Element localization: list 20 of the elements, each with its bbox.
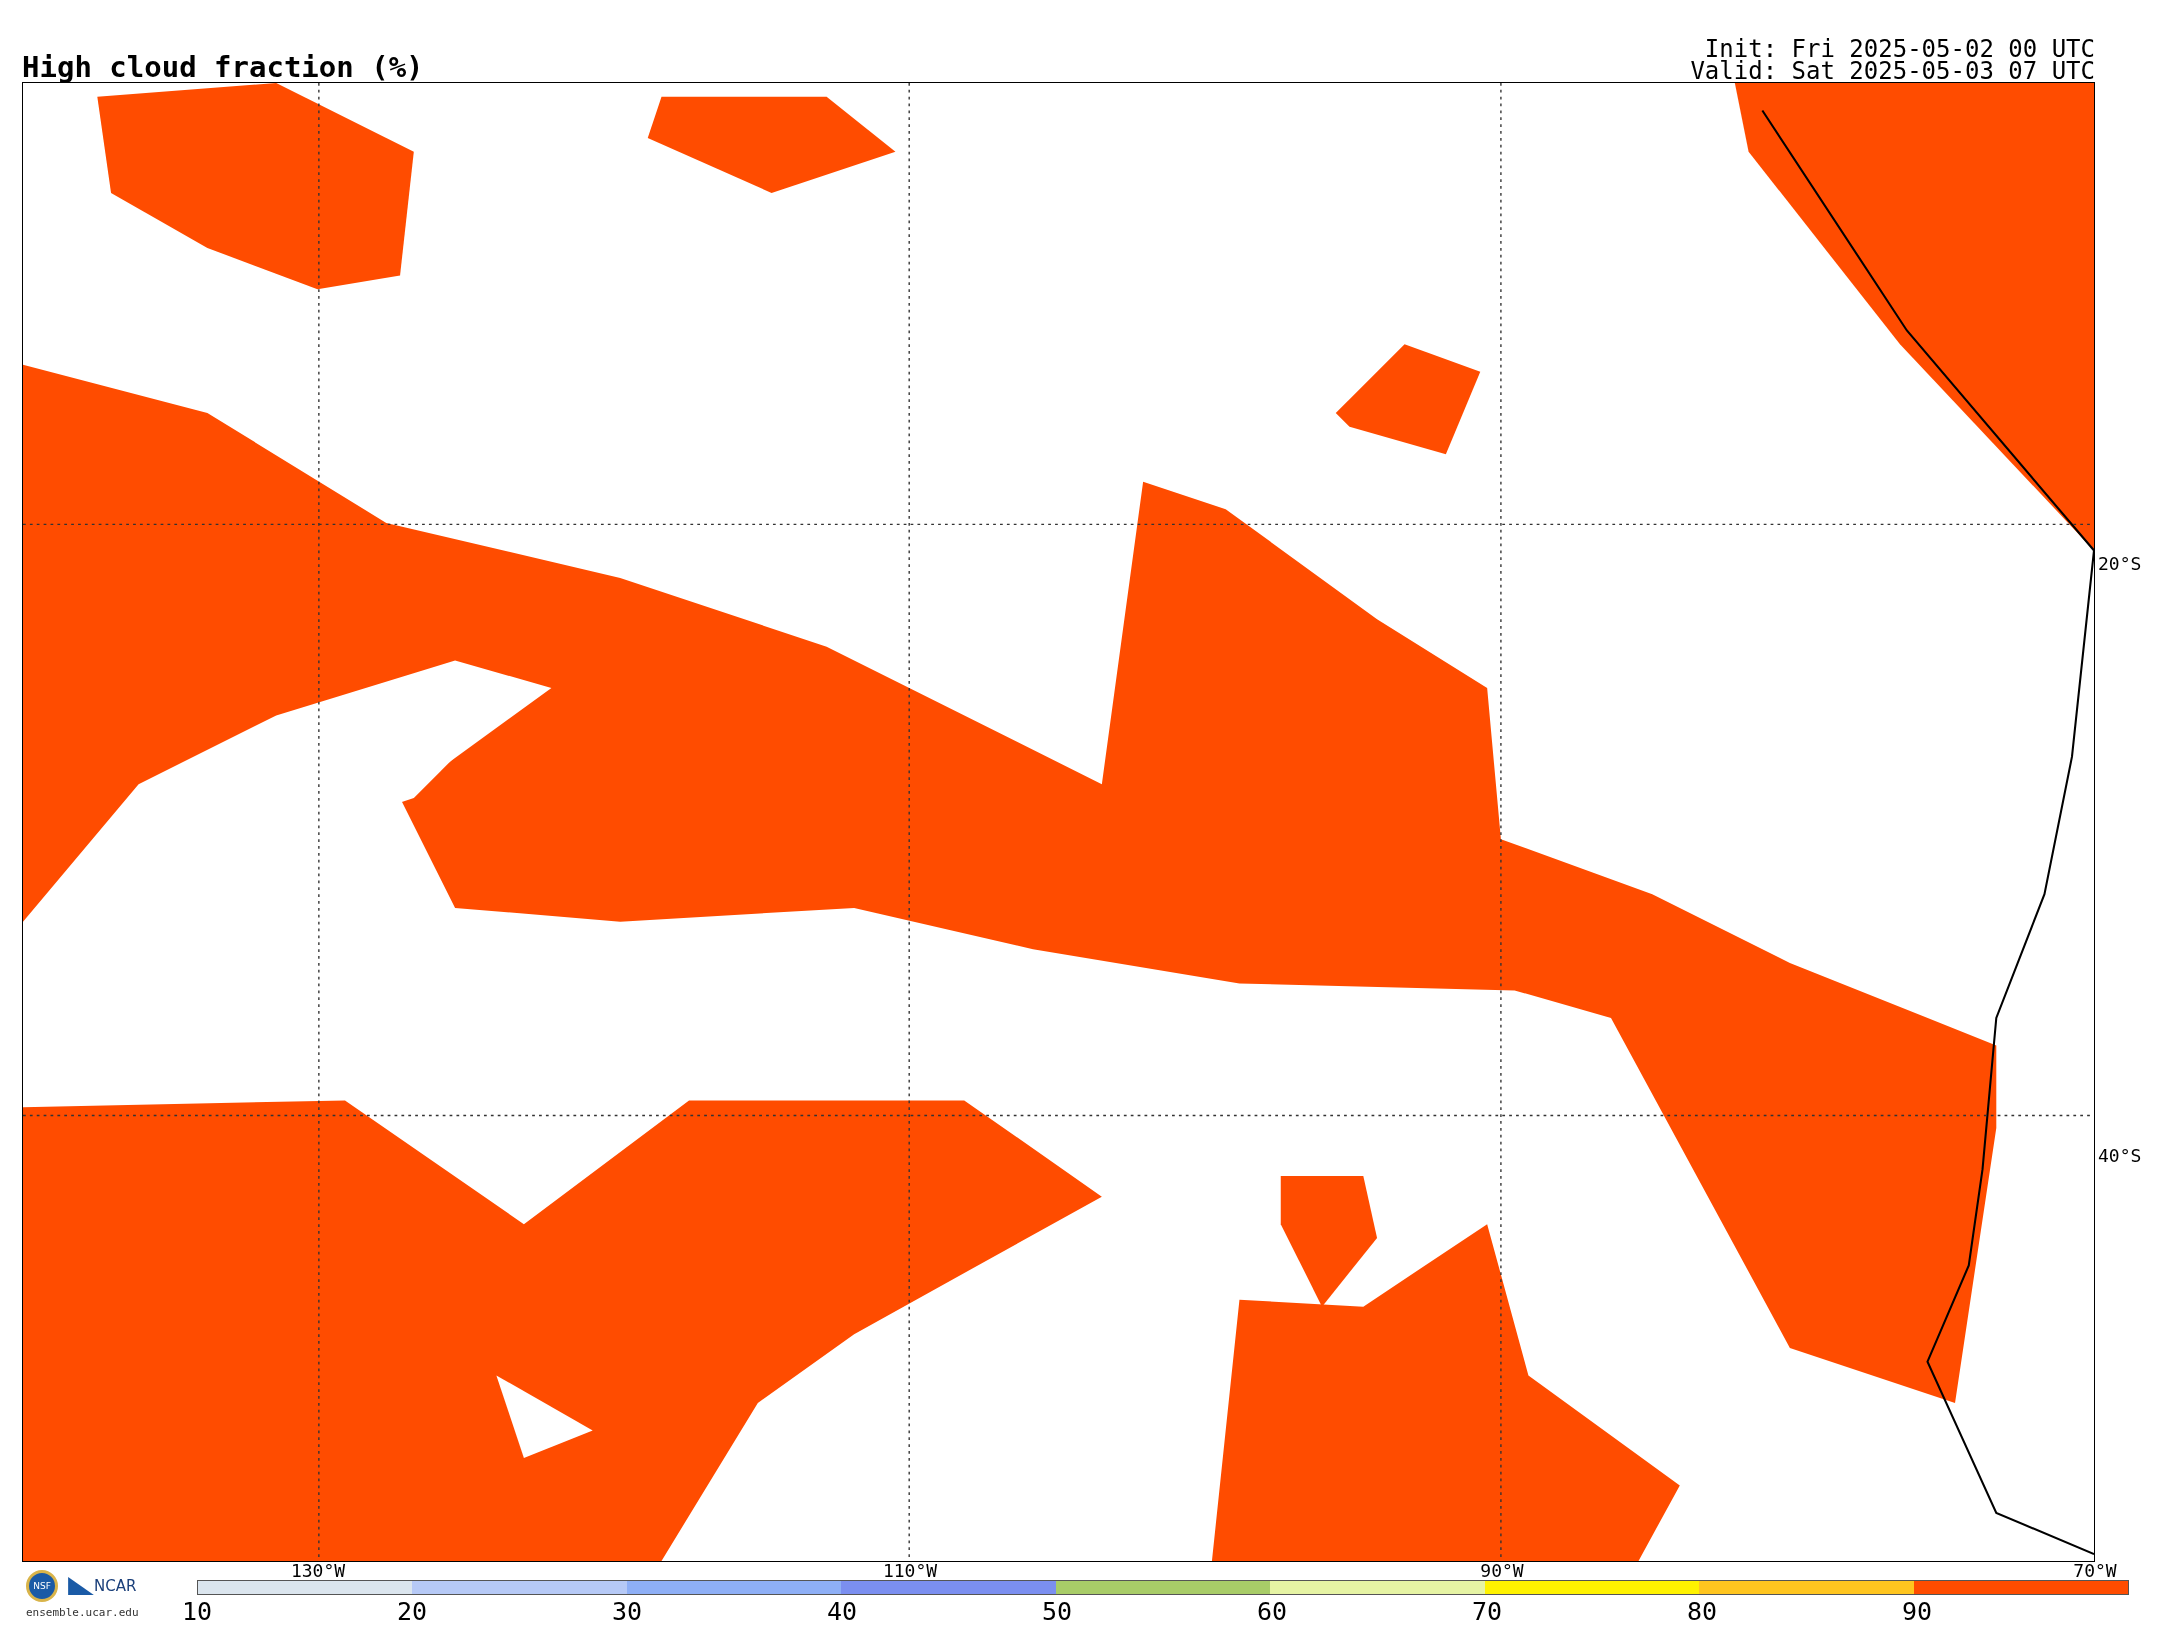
latitude-label: 40°S bbox=[2097, 1144, 2142, 1166]
colorbar-tick-label: 70 bbox=[1471, 1597, 1503, 1626]
colorbar-tick-label: 50 bbox=[1041, 1597, 1073, 1626]
colorbar-tick-label: 40 bbox=[826, 1597, 858, 1626]
colorbar-tick-label: 60 bbox=[1256, 1597, 1288, 1626]
colorbar-tick-label: 20 bbox=[396, 1597, 428, 1626]
chart-title: High cloud fraction (%) bbox=[22, 52, 424, 82]
longitude-label: 130°W bbox=[290, 1562, 346, 1580]
init-time: Init: Fri 2025-05-02 00 UTC bbox=[1704, 38, 2095, 60]
colorbar-tick-label: 30 bbox=[611, 1597, 643, 1626]
colorbar-tick-label: 10 bbox=[181, 1597, 213, 1626]
ncar-logo: NCAR bbox=[68, 1577, 137, 1595]
longitude-label: 70°W bbox=[2073, 1562, 2117, 1580]
longitude-label: 90°W bbox=[1480, 1562, 1524, 1580]
longitude-label: 110°W bbox=[882, 1562, 938, 1580]
nsf-logo: NSF bbox=[26, 1570, 58, 1602]
latitude-label: 20°S bbox=[2097, 552, 2142, 574]
colorbar-tick-label: 90 bbox=[1901, 1597, 1933, 1626]
valid-time: Valid: Sat 2025-05-03 07 UTC bbox=[1690, 60, 2095, 82]
colorbar-tick-label: 80 bbox=[1686, 1597, 1718, 1626]
